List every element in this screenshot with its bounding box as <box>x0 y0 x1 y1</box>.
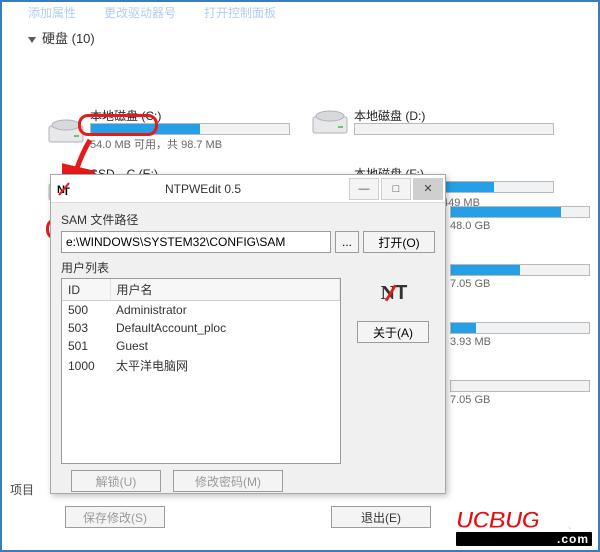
close-button[interactable]: ✕ <box>413 178 443 200</box>
drive-subtext: 48.0 GB <box>450 220 490 232</box>
table-row[interactable]: 501Guest <box>62 337 340 355</box>
titlebar[interactable]: NT NTPWEdit 0.5 — □ ✕ <box>51 175 445 203</box>
highlight-ssd <box>78 114 158 136</box>
ntpwedit-dialog: NT NTPWEdit 0.5 — □ ✕ SAM 文件路径 ... 打开(O)… <box>50 174 446 494</box>
drive-subtext: 3.93 MB <box>450 336 491 348</box>
tab-link[interactable]: 添加属性 <box>28 4 76 21</box>
usage-bar <box>354 123 554 135</box>
table-row[interactable]: 1000太平洋电脑网 <box>62 355 340 376</box>
exit-button[interactable]: 退出(E) <box>331 506 431 528</box>
chevron-down-icon[interactable] <box>28 37 36 43</box>
drive-icon <box>312 109 348 135</box>
watermark: UCBUG游戏网 .com <box>456 505 592 546</box>
table-row[interactable]: 500Administrator <box>62 301 340 320</box>
open-button[interactable]: 打开(O) <box>363 231 435 253</box>
minimize-button[interactable]: — <box>349 178 379 200</box>
about-button[interactable]: 关于(A) <box>357 321 429 343</box>
browse-button[interactable]: ... <box>335 231 359 253</box>
usage-bar <box>450 264 590 276</box>
tab-link[interactable]: 更改驱动器号 <box>104 4 176 21</box>
corner-label: 项目 <box>10 481 34 498</box>
unlock-button[interactable]: 解锁(U) <box>71 470 161 492</box>
drive-subtext: 7.05 GB <box>450 278 490 290</box>
change-password-button[interactable]: 修改密码(M) <box>173 470 283 492</box>
usage-bar <box>450 206 590 218</box>
top-tabs: 添加属性 更改驱动器号 打开控制面板 <box>2 2 598 22</box>
userlist-label: 用户列表 <box>61 259 435 276</box>
maximize-button[interactable]: □ <box>381 178 411 200</box>
user-table[interactable]: ID 用户名 500Administrator503DefaultAccount… <box>61 278 341 464</box>
col-id[interactable]: ID <box>62 279 110 301</box>
drive-subtext: 54.0 MB 可用，共 98.7 MB <box>90 136 290 152</box>
nt-logo: NT/ <box>381 282 406 305</box>
drive-label: 本地磁盘 (D:) <box>354 109 554 123</box>
drive-item[interactable]: 本地磁盘 (D:) <box>312 109 554 135</box>
save-button[interactable]: 保存修改(S) <box>65 506 165 528</box>
sam-path-input[interactable] <box>61 231 331 253</box>
section-title: 硬盘 (10) <box>2 22 598 51</box>
col-name[interactable]: 用户名 <box>110 279 340 301</box>
tab-link[interactable]: 打开控制面板 <box>204 4 276 21</box>
usage-bar <box>450 322 590 334</box>
sam-path-label: SAM 文件路径 <box>61 211 435 228</box>
usage-bar <box>450 380 590 392</box>
drive-subtext: 7.05 GB <box>450 394 490 406</box>
dialog-title: NTPWEdit 0.5 <box>57 182 349 196</box>
table-row[interactable]: 503DefaultAccount_ploc <box>62 319 340 337</box>
